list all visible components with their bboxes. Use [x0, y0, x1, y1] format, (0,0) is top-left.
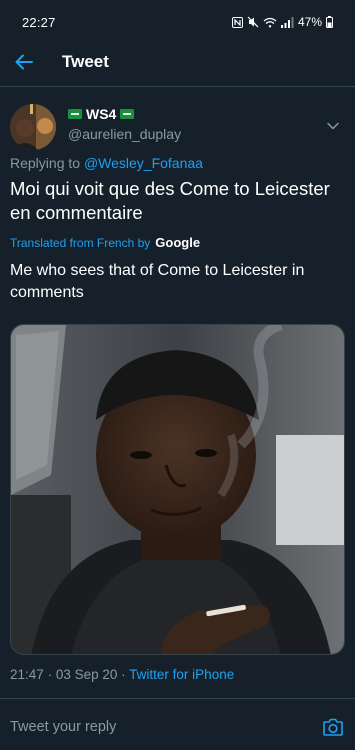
user-handle[interactable]: @aurelien_duplay [68, 126, 181, 142]
photo [11, 325, 344, 654]
replying-prefix: Replying to [10, 155, 81, 171]
tweet-author: WS4 @aurelien_duplay [10, 104, 345, 150]
flag-icon [68, 109, 82, 119]
display-name: WS4 [86, 106, 117, 122]
tweet-source-link[interactable]: Twitter for iPhone [129, 667, 234, 682]
reply-bar: Tweet your reply [0, 699, 355, 750]
translated-from-label: Translated from French by [10, 235, 151, 250]
avatar[interactable] [10, 104, 56, 150]
tweet-text: Moi qui voit que des Come to Leicester e… [10, 178, 330, 223]
translation-label: Translated from French by Google [10, 235, 200, 250]
header-divider [0, 86, 355, 87]
tweet-time: 21:47 [10, 667, 44, 682]
replying-to: Replying to @Wesley_Fofanaa [10, 155, 203, 171]
tweet-date: 03 Sep 20 [55, 667, 118, 682]
google-logo: Google [155, 235, 201, 250]
nfc-icon [231, 16, 243, 28]
mute-icon [247, 16, 259, 28]
battery-percent: 47% [297, 15, 322, 29]
app-bar: Tweet [0, 44, 355, 80]
camera-icon[interactable] [321, 715, 345, 739]
reply-input[interactable]: Tweet your reply [10, 719, 116, 735]
name-row[interactable]: WS4 [68, 106, 135, 122]
tweet-meta: 21:47 · 03 Sep 20 · Twitter for iPhone [10, 667, 234, 682]
arrow-left-icon [15, 54, 33, 70]
status-bar: 22:27 47% [0, 0, 355, 44]
signal-icon [280, 16, 294, 28]
meta-separator: · [47, 667, 53, 682]
status-icons: 47% [231, 15, 333, 29]
tweet-media-image[interactable] [10, 324, 345, 655]
meta-separator: · [121, 667, 126, 682]
wifi-icon [263, 17, 277, 27]
flag-icon [120, 109, 135, 119]
translation-text: Me who sees that of Come to Leicester in… [10, 262, 305, 301]
more-options-button[interactable] [323, 116, 343, 136]
status-time: 22:27 [22, 14, 56, 30]
replying-mention[interactable]: @Wesley_Fofanaa [84, 155, 203, 171]
battery-icon [326, 16, 333, 28]
back-button[interactable] [0, 44, 48, 80]
avatar-image [10, 104, 56, 150]
chevron-down-icon [327, 122, 339, 130]
page-title: Tweet [62, 52, 109, 71]
